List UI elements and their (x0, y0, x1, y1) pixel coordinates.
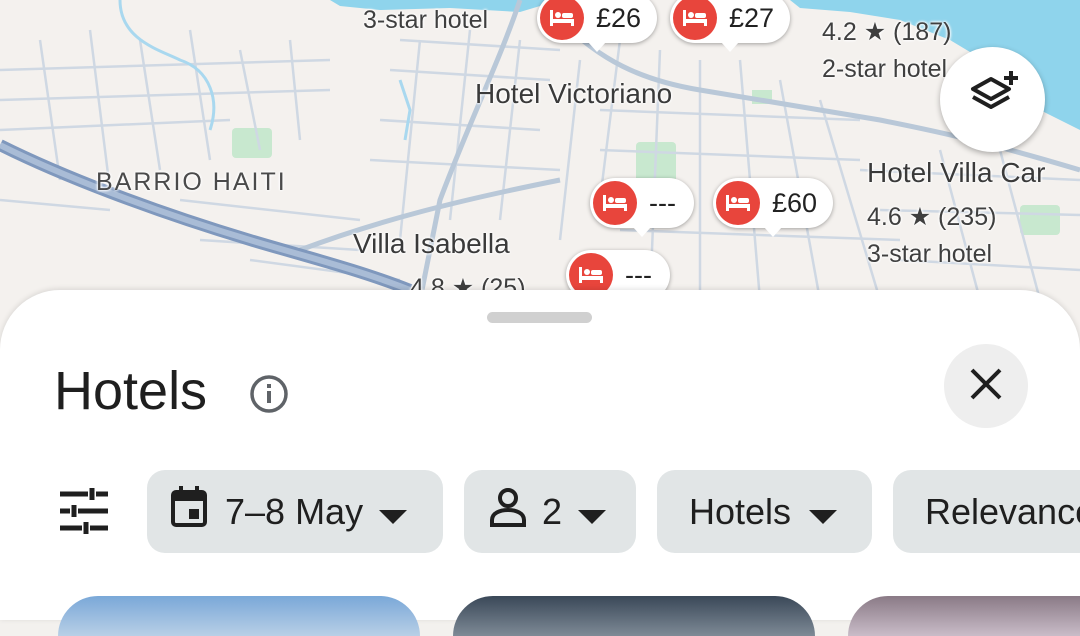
hotel-photo-thumbnail[interactable] (453, 596, 815, 636)
map-label-villa-car-rating: 4.6 ★ (235) (867, 203, 997, 231)
map-label-hotel-victoriano[interactable]: Hotel Victoriano (475, 78, 672, 110)
bed-icon (673, 0, 717, 40)
tune-icon[interactable] (58, 486, 110, 541)
dates-chip[interactable]: 7–8 May (147, 470, 443, 553)
map-label-villa-car-class: 3-star hotel (867, 240, 993, 268)
map-label-barrio-haiti: BARRIO HAITI (96, 168, 287, 196)
hotel-photo-thumbnail[interactable] (848, 596, 1080, 636)
map-label-3-star-hotel: 3-star hotel (363, 6, 489, 34)
layers-icon (965, 69, 1021, 130)
bed-icon (540, 0, 584, 40)
guests-chip-label: 2 (542, 490, 563, 532)
sheet-title: Hotels (54, 361, 208, 421)
person-icon (488, 487, 528, 536)
close-icon (969, 367, 1003, 406)
map-view[interactable]: 3-star hotel Hotel Victoriano BARRIO HAI… (0, 0, 1080, 330)
pin-price: £60 (772, 187, 818, 218)
map-label-hotel-villa-car[interactable]: Hotel Villa Car (867, 157, 1045, 189)
layers-button[interactable] (940, 47, 1045, 152)
hotels-bottom-sheet: Hotels 7–8 May 2 Hotels Relevance (0, 290, 1080, 636)
map-label-top-right-rating: 4.2 ★ (187) (822, 18, 952, 46)
sheet-drag-handle[interactable] (487, 312, 592, 323)
hotel-price-pin[interactable]: --- (590, 178, 694, 237)
bed-icon (593, 181, 637, 225)
hotel-type-chip[interactable]: Hotels (657, 470, 872, 553)
pin-price: £26 (596, 2, 642, 33)
sort-chip-label: Relevance (925, 490, 1080, 532)
dropdown-arrow-icon (809, 491, 838, 533)
guests-chip[interactable]: 2 (464, 470, 636, 553)
hotel-photo-thumbnail[interactable] (58, 596, 420, 636)
dates-chip-label: 7–8 May (225, 490, 364, 532)
info-icon[interactable] (249, 374, 289, 419)
dropdown-arrow-icon (379, 491, 408, 533)
sort-chip[interactable]: Relevance (893, 470, 1080, 553)
map-label-villa-isabella[interactable]: Villa Isabella (353, 228, 510, 260)
close-button[interactable] (944, 344, 1028, 428)
pin-price: --- (625, 259, 652, 290)
pin-price: £27 (729, 2, 775, 33)
bed-icon (716, 181, 760, 225)
hotel-price-pin[interactable]: £26 (537, 0, 658, 52)
calendar-icon (169, 485, 209, 538)
hotel-price-pin[interactable]: £27 (670, 0, 791, 52)
dropdown-arrow-icon (578, 491, 607, 533)
map-label-top-right-class: 2-star hotel (822, 55, 948, 83)
hotel-price-pin[interactable]: £60 (713, 178, 834, 237)
pin-price: --- (649, 187, 676, 218)
hotel-type-chip-label: Hotels (689, 490, 792, 532)
